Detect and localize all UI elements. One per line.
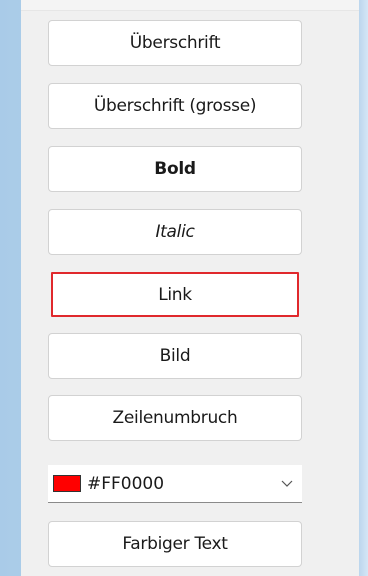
panel-top-strip bbox=[21, 0, 359, 11]
window-edge bbox=[359, 0, 368, 576]
color-select[interactable]: #FF0000 bbox=[48, 465, 302, 503]
color-value: #FF0000 bbox=[87, 473, 165, 494]
colored-text-button[interactable]: Farbiger Text bbox=[48, 521, 302, 567]
heading-button[interactable]: Überschrift bbox=[48, 20, 302, 66]
link-button[interactable]: Link bbox=[51, 272, 299, 317]
image-button[interactable]: Bild bbox=[48, 333, 302, 379]
bold-button[interactable]: Bold bbox=[48, 146, 302, 192]
heading-large-button[interactable]: Überschrift (grosse) bbox=[48, 83, 302, 129]
line-break-button[interactable]: Zeilenumbruch bbox=[48, 395, 302, 441]
chevron-down-icon bbox=[281, 480, 293, 487]
color-swatch bbox=[53, 475, 81, 492]
italic-button[interactable]: Italic bbox=[48, 209, 302, 255]
